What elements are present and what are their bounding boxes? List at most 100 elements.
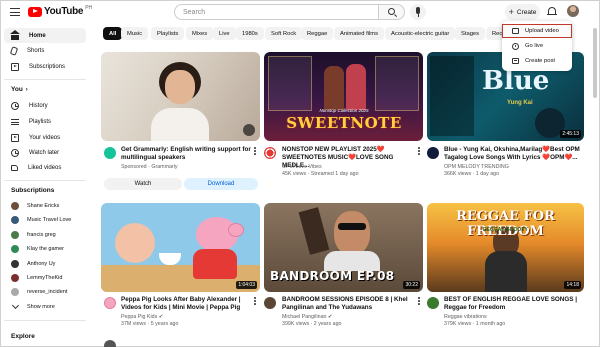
- youtube-logo[interactable]: YouTube PH: [28, 5, 92, 17]
- subscriptions-icon: [11, 62, 19, 71]
- chip-music[interactable]: Music: [121, 27, 149, 40]
- video-meta: 37M views · 5 years ago: [121, 321, 179, 327]
- sidebar-item-label: Subscriptions: [29, 63, 66, 70]
- bowl: [159, 253, 181, 265]
- channel-avatar: [11, 273, 19, 282]
- search-icon: [388, 8, 395, 15]
- post-icon: [512, 58, 519, 64]
- video-thumbnail[interactable]: REGGAE FOR FREEDOM REGGAE GROOVY 14:18: [427, 203, 584, 292]
- sidebar-subscription-item[interactable]: Klay the gamer: [4, 242, 86, 255]
- menu-item-create-post[interactable]: Create post: [502, 54, 572, 68]
- sidebar-item-playlists[interactable]: Playlists: [4, 114, 86, 129]
- video-thumbnail[interactable]: SWEETNOTE Nonstop Collection 2025: [264, 52, 423, 141]
- sidebar-subscription-item[interactable]: Music Travel Love: [4, 213, 86, 226]
- video-title[interactable]: Blue - Yung Kai, Okshina,Marilag❤️Best O…: [444, 146, 580, 162]
- create-button[interactable]: + Create: [505, 4, 540, 20]
- playlists-icon: [11, 119, 19, 125]
- video-duration: 2:45:13: [560, 130, 581, 138]
- menu-item-go-live[interactable]: Go live: [502, 39, 572, 53]
- title-line: Pangilinan and The Yudawans: [282, 304, 373, 311]
- singer-shirt: [324, 251, 380, 271]
- sidebar-subscriptions-heading: Subscriptions: [11, 187, 54, 194]
- video-title[interactable]: BANDROOM SESSIONS EPISODE 8 | Khel Pangi…: [282, 296, 414, 312]
- channel-name[interactable]: Reggae vibrations: [444, 314, 487, 321]
- channel-avatar[interactable]: [264, 147, 276, 159]
- chip-live[interactable]: Live: [213, 27, 236, 40]
- sidebar-item-label: Your videos: [29, 134, 61, 141]
- channel-name: Shane Ericks: [27, 202, 60, 209]
- channel-name[interactable]: Michael Pangilinan ✔: [282, 314, 332, 321]
- upload-icon: [512, 28, 519, 34]
- video-title[interactable]: Get Grammarly: English writing support f…: [121, 146, 251, 162]
- chip-soft-rock[interactable]: Soft Rock: [265, 27, 303, 40]
- chip-acoustic-electric-guitar[interactable]: Acoustic-electric guitar: [385, 27, 456, 40]
- chip-playlists[interactable]: Playlists: [151, 27, 185, 40]
- chevron-down-icon: [11, 301, 19, 310]
- account-avatar[interactable]: [567, 5, 579, 17]
- menu-icon[interactable]: [10, 8, 20, 16]
- channel-avatar[interactable]: [104, 340, 116, 347]
- sidebar-item-home[interactable]: Home: [4, 28, 86, 43]
- chip-animated-films[interactable]: Animated films: [334, 27, 385, 40]
- create-label: Create: [516, 8, 537, 16]
- channel-name[interactable]: OPM MELODY TRENDING: [444, 164, 509, 171]
- video-thumbnail[interactable]: BANDROOM EP.08 30:22: [264, 203, 423, 292]
- menu-item-label: Create post: [525, 58, 555, 64]
- tracklist-panel: [430, 56, 474, 136]
- show-more-button[interactable]: Show more: [4, 300, 86, 313]
- sidebar-divider: [4, 180, 86, 181]
- title-line: Reggae for Freedom: [444, 304, 506, 311]
- sidebar-subscription-item[interactable]: reverse_incident: [4, 285, 86, 298]
- sidebar-item-shorts[interactable]: Shorts: [4, 43, 86, 58]
- video-title[interactable]: Peppa Pig Looks After Baby Alexander | V…: [121, 296, 253, 312]
- ad-download-button[interactable]: Download: [184, 178, 258, 190]
- sidebar-explore-heading: Explore: [11, 333, 35, 340]
- channel-avatar[interactable]: [104, 297, 116, 309]
- sidebar-subscription-item[interactable]: francis greg: [4, 228, 86, 241]
- sidebar-item-liked-videos[interactable]: Liked videos: [4, 160, 86, 175]
- explore-heading-label: Explore: [11, 333, 35, 340]
- chip-1980s[interactable]: 1980s: [236, 27, 264, 40]
- open-external-icon[interactable]: [243, 124, 255, 136]
- video-meta: 379K views · 1 month ago: [444, 321, 506, 327]
- video-thumbnail[interactable]: 1:04:03: [101, 203, 260, 292]
- video-thumbnail[interactable]: [101, 52, 260, 141]
- more-options-icon[interactable]: [418, 297, 420, 305]
- chip-stages[interactable]: Stages: [455, 27, 486, 40]
- ad-watch-button[interactable]: Watch: [104, 178, 182, 190]
- menu-item-upload-video[interactable]: Upload video: [502, 24, 572, 38]
- sidebar-subscription-item[interactable]: Shane Ericks: [4, 199, 86, 212]
- logo-text: YouTube: [44, 6, 84, 17]
- channel-avatar[interactable]: [427, 147, 439, 159]
- notifications-bell-icon[interactable]: [547, 7, 557, 16]
- create-menu: Upload video Go live Create post: [502, 21, 572, 71]
- chip-all[interactable]: All: [103, 27, 123, 40]
- more-options-icon[interactable]: [254, 147, 256, 155]
- thumbnail-subtitle-text: Yung Kai: [507, 100, 533, 106]
- grammarly-logo-icon[interactable]: [104, 147, 116, 159]
- search-input[interactable]: Search: [174, 4, 379, 20]
- more-options-icon[interactable]: [418, 147, 420, 155]
- page-scrollbar[interactable]: [593, 28, 597, 98]
- sidebar-item-watch-later[interactable]: Watch later: [4, 145, 86, 160]
- voice-search-button[interactable]: [410, 4, 426, 20]
- video-duration: 30:22: [403, 281, 420, 289]
- sidebar-subscription-item[interactable]: Anthony Uy: [4, 257, 86, 270]
- chip-mixes[interactable]: Mixes: [186, 27, 214, 40]
- sidebar-item-your-videos[interactable]: Your videos: [4, 130, 86, 145]
- chip-reggae[interactable]: Reggae: [301, 27, 334, 40]
- sidebar-subscription-item[interactable]: LemmyTheKid: [4, 271, 86, 284]
- channel-name[interactable]: Peppa Pig Kids ✔: [121, 314, 163, 321]
- sidebar-item-history[interactable]: History: [4, 98, 86, 113]
- channel-avatar[interactable]: [264, 297, 276, 309]
- channel-name[interactable]: OPM Love Vibes: [282, 164, 322, 171]
- channel-avatar[interactable]: [427, 297, 439, 309]
- sidebar-item-label: Watch later: [29, 149, 60, 156]
- sidebar-item-subscriptions[interactable]: Subscriptions: [4, 59, 86, 74]
- video-title[interactable]: BEST OF ENGLISH REGGAE LOVE SONGS | Regg…: [444, 296, 580, 312]
- search-button[interactable]: [379, 4, 405, 20]
- sidebar-you-heading[interactable]: You ›: [11, 86, 28, 93]
- title-line: NONSTOP NEW PLAYLIST 2025❤️: [282, 146, 385, 153]
- more-options-icon[interactable]: [254, 297, 256, 305]
- tracklist-panel: [268, 56, 312, 111]
